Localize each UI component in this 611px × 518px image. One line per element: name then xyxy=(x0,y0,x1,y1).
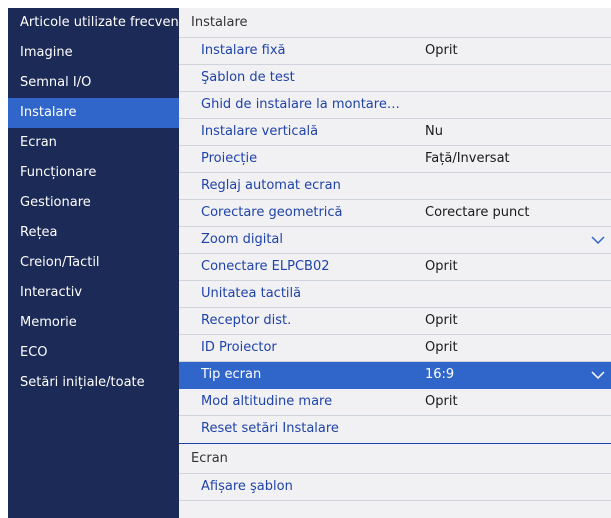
sidebar-item-interactiv[interactable]: Interactiv xyxy=(8,278,179,308)
menu-row-instalare-verticala[interactable]: Instalare verticală Nu xyxy=(179,119,611,146)
sidebar-item-semnal-io[interactable]: Semnal I/O xyxy=(8,68,179,98)
sidebar-item-eco[interactable]: ECO xyxy=(8,338,179,368)
sidebar: Articole utilizate frecvent Imagine Semn… xyxy=(8,8,179,518)
section-title-ecran: Ecran xyxy=(179,443,611,474)
row-value: 16:9 xyxy=(425,367,455,382)
row-value: Oprit xyxy=(425,313,458,328)
sidebar-item-articole-utilizate-frecvent[interactable]: Articole utilizate frecvent xyxy=(8,8,179,38)
row-label: Afișare şablon xyxy=(201,479,293,494)
sidebar-item-memorie[interactable]: Memorie xyxy=(8,308,179,338)
sidebar-item-instalare[interactable]: Instalare xyxy=(8,98,179,128)
row-value: Corectare punct xyxy=(425,205,530,220)
row-label: Receptor dist. xyxy=(201,313,292,328)
row-label: Zoom digital xyxy=(201,232,284,247)
sidebar-item-imagine[interactable]: Imagine xyxy=(8,38,179,68)
row-value: Oprit xyxy=(425,259,458,274)
row-label: Reglaj automat ecran xyxy=(201,178,341,193)
sidebar-item-functionare[interactable]: Funcționare xyxy=(8,158,179,188)
sidebar-item-ecran[interactable]: Ecran xyxy=(8,128,179,158)
menu-row-afisare-sablon[interactable]: Afișare şablon xyxy=(179,474,611,501)
menu-row-instalare-fixa[interactable]: Instalare fixă Oprit xyxy=(179,38,611,65)
sidebar-item-gestionare[interactable]: Gestionare xyxy=(8,188,179,218)
chevron-down-icon[interactable] xyxy=(591,233,605,247)
menu-row-corectare-geometrica[interactable]: Corectare geometrică Corectare punct xyxy=(179,200,611,227)
settings-panel: Instalare Instalare fixă Oprit Şablon de… xyxy=(179,8,611,518)
row-value: Oprit xyxy=(425,394,458,409)
sidebar-item-setari-initiale[interactable]: Setări inițiale/toate xyxy=(8,368,179,398)
menu-row-sablon-de-test[interactable]: Şablon de test xyxy=(179,65,611,92)
row-label: Conectare ELPCB02 xyxy=(201,259,330,274)
row-label: Ghid de instalare la montare… xyxy=(201,97,400,112)
projector-menu-screen: Articole utilizate frecvent Imagine Semn… xyxy=(8,8,611,518)
row-value: Oprit xyxy=(425,340,458,355)
chevron-down-icon[interactable] xyxy=(591,368,605,382)
menu-row-receptor-dist[interactable]: Receptor dist. Oprit xyxy=(179,308,611,335)
menu-row-tip-ecran[interactable]: Tip ecran 16:9 xyxy=(179,362,611,389)
menu-row-id-proiector[interactable]: ID Proiector Oprit xyxy=(179,335,611,362)
menu-row-mod-altitudine-mare[interactable]: Mod altitudine mare Oprit xyxy=(179,389,611,416)
row-label: Corectare geometrică xyxy=(201,205,343,220)
menu-row-unitatea-tactila[interactable]: Unitatea tactilă xyxy=(179,281,611,308)
menu-row-conectare-elpcb02[interactable]: Conectare ELPCB02 Oprit xyxy=(179,254,611,281)
menu-row-zoom-digital[interactable]: Zoom digital xyxy=(179,227,611,254)
row-label: Şablon de test xyxy=(201,70,295,85)
sidebar-item-retea[interactable]: Rețea xyxy=(8,218,179,248)
row-value: Oprit xyxy=(425,43,458,58)
row-label: Reset setări Instalare xyxy=(201,421,339,436)
menu-row-reglaj-automat-ecran[interactable]: Reglaj automat ecran xyxy=(179,173,611,200)
row-label: ID Proiector xyxy=(201,340,277,355)
menu-row-proiectie[interactable]: Proiecție Față/Inversat xyxy=(179,146,611,173)
row-label: Unitatea tactilă xyxy=(201,286,302,301)
row-label: Tip ecran xyxy=(201,367,262,382)
row-label: Proiecție xyxy=(201,151,258,166)
menu-row-ghid-de-instalare[interactable]: Ghid de instalare la montare… xyxy=(179,92,611,119)
row-value: Nu xyxy=(425,124,443,139)
row-label: Instalare fixă xyxy=(201,43,286,58)
menu-row-reset-setari-instalare[interactable]: Reset setări Instalare xyxy=(179,416,611,443)
sidebar-item-creion-tactil[interactable]: Creion/Tactil xyxy=(8,248,179,278)
row-label: Mod altitudine mare xyxy=(201,394,333,409)
section-title-instalare: Instalare xyxy=(179,8,611,38)
row-value: Față/Inversat xyxy=(425,151,510,166)
row-label: Instalare verticală xyxy=(201,124,319,139)
